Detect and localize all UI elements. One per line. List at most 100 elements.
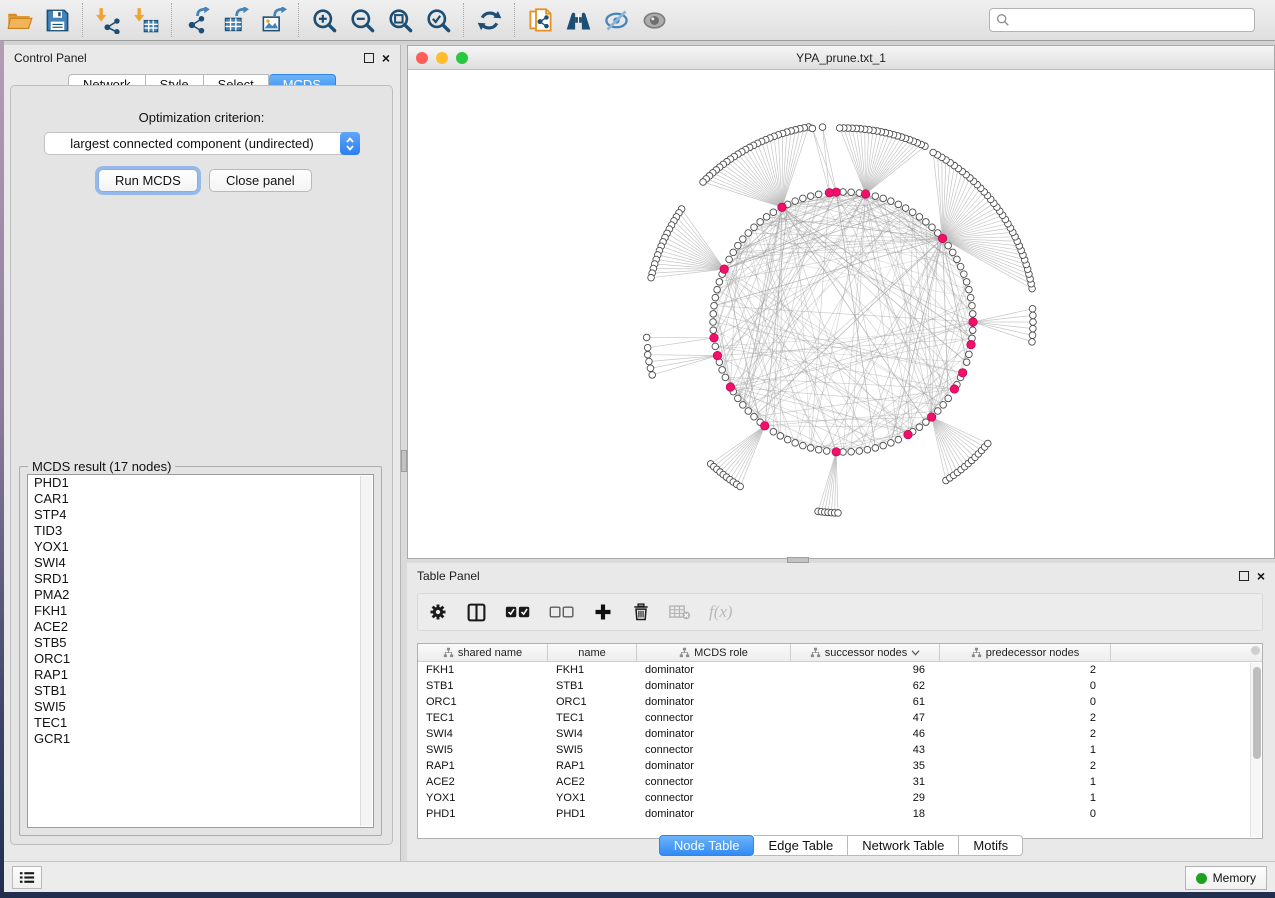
graph-node[interactable] [648, 274, 655, 281]
graph-hub-node[interactable] [778, 203, 786, 211]
graph-hub-node[interactable] [720, 265, 728, 273]
table-row[interactable]: SWI5SWI5connector431 [418, 742, 1262, 758]
mcds-list-item[interactable]: FKH1 [28, 603, 373, 619]
mcds-list-item[interactable]: GCR1 [28, 731, 373, 747]
graph-node[interactable] [909, 209, 916, 216]
graph-node[interactable] [726, 256, 733, 263]
graph-node[interactable] [737, 483, 744, 490]
graph-node[interactable] [712, 343, 719, 350]
mcds-list-scrollbar[interactable] [360, 476, 372, 826]
graph-node[interactable] [800, 442, 807, 449]
graph-node[interactable] [888, 198, 895, 205]
graph-node[interactable] [745, 408, 752, 415]
graph-node[interactable] [735, 242, 742, 249]
column-header-predecessor-nodes[interactable]: predecessor nodes [940, 644, 1111, 661]
graph-node[interactable] [963, 359, 970, 366]
graph-hub-node[interactable] [969, 318, 977, 326]
graph-hub-node[interactable] [950, 385, 958, 393]
graph-node[interactable] [711, 302, 718, 309]
column-header-MCDS-role[interactable]: MCDS role [637, 644, 791, 661]
graph-node[interactable] [735, 395, 742, 402]
graph-node[interactable] [644, 351, 651, 358]
graph-node[interactable] [835, 510, 842, 517]
column-header-shared-name[interactable]: shared name [418, 644, 548, 661]
graph-node[interactable] [807, 193, 814, 200]
select-all-button[interactable] [505, 605, 531, 619]
graph-hub-node[interactable] [825, 189, 833, 197]
graph-node[interactable] [1029, 305, 1036, 312]
graph-node[interactable] [745, 230, 752, 237]
mcds-list-item[interactable]: RAP1 [28, 667, 373, 683]
graph-hub-node[interactable] [904, 430, 912, 438]
table-row[interactable]: ACE2ACE2connector311 [418, 774, 1262, 790]
graph-node[interactable] [1029, 332, 1036, 339]
import-network-button[interactable] [89, 3, 127, 37]
network-canvas[interactable] [408, 70, 1274, 558]
graph-node[interactable] [929, 224, 936, 231]
graph-hub-node[interactable] [832, 448, 840, 456]
graph-node[interactable] [757, 219, 764, 226]
graph-node[interactable] [800, 195, 807, 202]
graph-node[interactable] [888, 440, 895, 447]
float-panel-icon[interactable] [1239, 571, 1249, 581]
search-box[interactable] [989, 8, 1255, 32]
graph-node[interactable] [647, 365, 654, 372]
export-network-button[interactable] [178, 3, 216, 37]
run-mcds-button[interactable]: Run MCDS [98, 169, 198, 192]
graph-node[interactable] [966, 351, 973, 358]
add-column-button[interactable] [593, 602, 613, 622]
graph-node[interactable] [763, 214, 770, 221]
new-network-from-selection-button[interactable] [521, 3, 559, 37]
mcds-list-item[interactable]: TEC1 [28, 715, 373, 731]
mcds-list-item[interactable]: YOX1 [28, 539, 373, 555]
column-header-successor-nodes[interactable]: successor nodes [791, 644, 940, 661]
export-table-button[interactable] [216, 3, 254, 37]
graph-node[interactable] [1030, 312, 1037, 319]
table-corner-button[interactable] [1251, 646, 1260, 655]
save-session-button[interactable] [38, 3, 76, 37]
tab-network-table[interactable]: Network Table [848, 835, 959, 856]
table-row[interactable]: YOX1YOX1connector291 [418, 790, 1262, 806]
graph-node[interactable] [880, 195, 887, 202]
graph-node[interactable] [710, 311, 717, 318]
graph-node[interactable] [700, 179, 707, 186]
graph-node[interactable] [872, 445, 879, 452]
mcds-list-item[interactable]: STP4 [28, 507, 373, 523]
hide-panels-button[interactable] [597, 3, 635, 37]
graph-node[interactable] [815, 446, 822, 453]
graph-node[interactable] [740, 402, 747, 409]
show-columns-button[interactable] [466, 602, 487, 623]
graph-node[interactable] [740, 236, 747, 243]
delete-column-button[interactable] [631, 602, 651, 622]
table-row[interactable]: SWI4SWI4dominator462 [418, 726, 1262, 742]
table-row[interactable]: ORC1ORC1dominator610 [418, 694, 1262, 710]
graph-node[interactable] [792, 440, 799, 447]
graph-hub-node[interactable] [761, 422, 769, 430]
close-panel-button[interactable]: Close panel [209, 169, 312, 192]
search-input[interactable] [1010, 13, 1248, 27]
table-row[interactable]: TEC1TEC1connector472 [418, 710, 1262, 726]
mcds-list-item[interactable]: CAR1 [28, 491, 373, 507]
close-panel-icon[interactable]: × [1257, 571, 1265, 581]
graph-node[interactable] [934, 408, 941, 415]
tab-motifs[interactable]: Motifs [959, 835, 1023, 856]
table-options-button[interactable] [428, 602, 448, 622]
graph-node[interactable] [856, 448, 863, 455]
table-row[interactable]: FKH1FKH1dominator962 [418, 662, 1262, 678]
column-header-name[interactable]: name [548, 644, 637, 661]
show-panels-button[interactable] [635, 3, 673, 37]
graph-node[interactable] [815, 191, 822, 198]
graph-hub-node[interactable] [927, 413, 935, 421]
float-panel-icon[interactable] [364, 53, 374, 63]
export-image-button[interactable] [254, 3, 292, 37]
graph-hub-node[interactable] [938, 234, 946, 242]
graph-node[interactable] [646, 358, 653, 365]
graph-node[interactable] [644, 344, 651, 351]
mcds-list-item[interactable]: STB5 [28, 635, 373, 651]
graph-hub-node[interactable] [967, 340, 975, 348]
graph-node[interactable] [710, 327, 717, 334]
graph-node[interactable] [712, 294, 719, 301]
search-network-button[interactable] [559, 3, 597, 37]
graph-node[interactable] [945, 242, 952, 249]
graph-node[interactable] [969, 311, 976, 318]
